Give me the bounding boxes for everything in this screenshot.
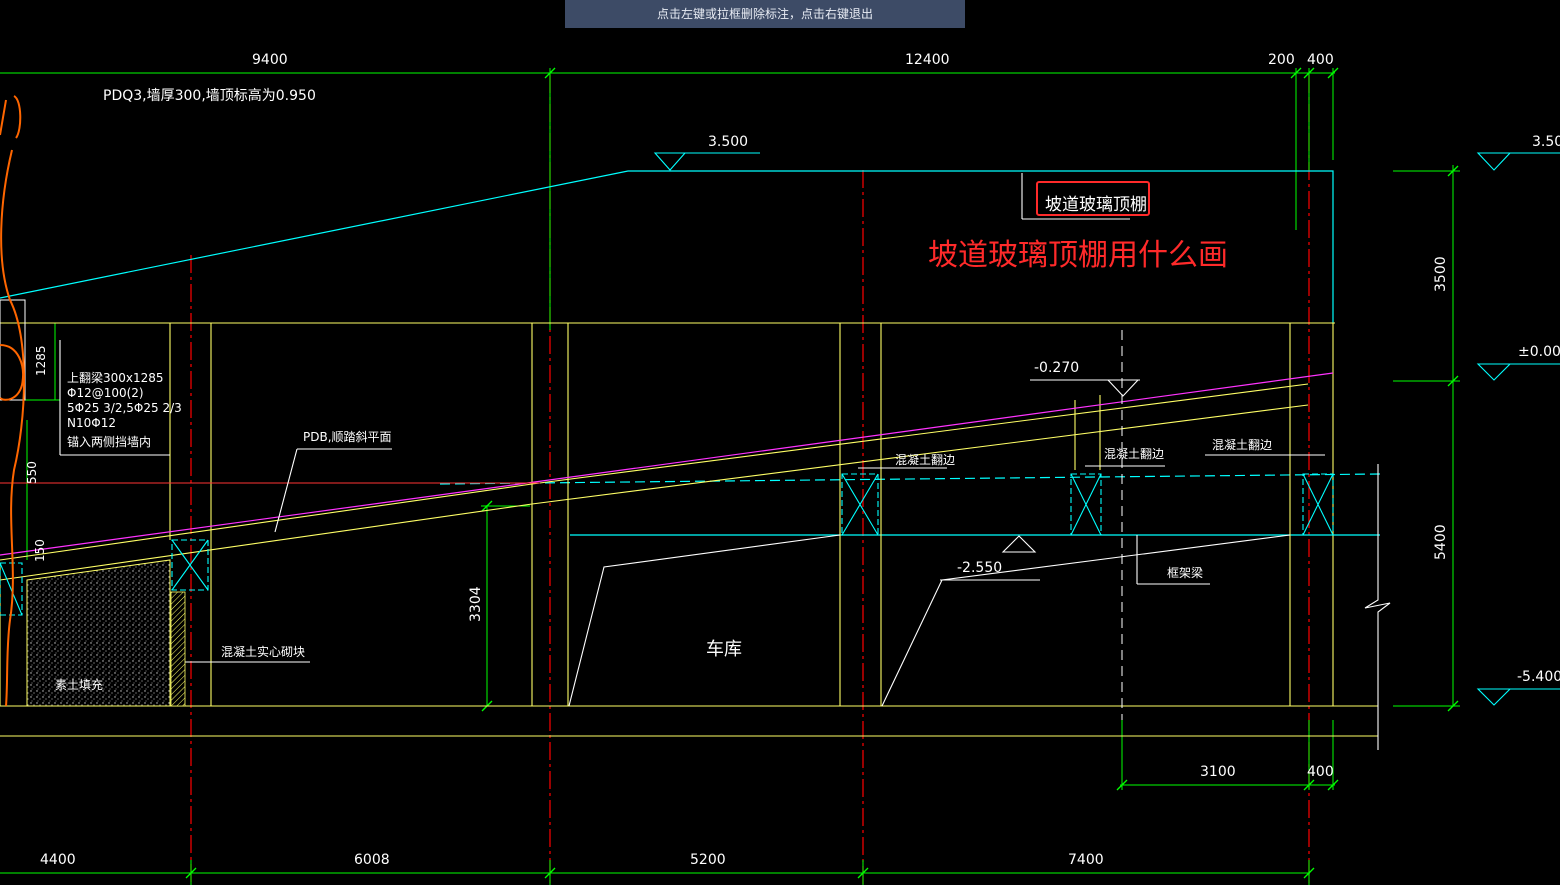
elev-0000: ±0.000: [1518, 344, 1560, 360]
elev-minus-5400: -5.400: [1517, 669, 1560, 685]
beam-note-2: Φ12@100(2): [67, 386, 144, 400]
dim-top-400: 400: [1307, 52, 1334, 68]
beam-note-4: N10Φ12: [67, 416, 116, 430]
question-annotation: 坡道玻璃顶棚用什么画: [928, 238, 1228, 273]
dim-bottom-6008: 6008: [354, 852, 390, 868]
note-edge-3: 混凝土翻边: [1212, 437, 1272, 452]
dim-lower-3100: 3100: [1200, 764, 1236, 780]
dimension-ticks: [185, 67, 1459, 879]
dim-v-3500: 3500: [1433, 256, 1449, 292]
note-solid-block: 混凝土实心砌块: [221, 644, 305, 659]
dim-v-3304: 3304: [468, 586, 484, 622]
dim-bottom-7400: 7400: [1068, 852, 1104, 868]
column-sections: [0, 473, 1334, 616]
beam-note-3: 5Φ25 3/2,5Φ25 2/3: [67, 401, 182, 415]
dim-lower-400: 400: [1307, 764, 1334, 780]
beam-note-1: 上翻梁300x1285: [67, 370, 164, 385]
solid-block-hatch: [170, 591, 186, 707]
beam-note-5: 锚入两侧挡墙内: [67, 434, 151, 449]
note-edge-1: 混凝土翻边: [895, 452, 955, 467]
note-frame-beam: 框架梁: [1167, 565, 1203, 580]
elevation-markers: [653, 152, 1560, 706]
dim-top-200: 200: [1268, 52, 1295, 68]
dim-v-550: 550: [25, 461, 39, 484]
dim-top-9400: 9400: [252, 52, 288, 68]
ramp-slope-line: [0, 372, 1334, 556]
elev-3500-right: 3.50: [1532, 134, 1560, 150]
note-soil-fill: 素土填充: [55, 677, 103, 692]
orange-markup-circle: [0, 344, 24, 401]
elev-minus-2550: -2.550: [957, 560, 1002, 576]
dim-top-12400: 12400: [905, 52, 950, 68]
note-pdb: PDB,顺踏斜平面: [303, 430, 392, 444]
dimension-lines: [0, 68, 1460, 885]
structure-lines: [0, 322, 1379, 750]
command-hint-bar: 点击左键或拉框删除标注，点击右键退出: [565, 0, 965, 28]
label-garage: 车库: [706, 639, 742, 660]
label-canopy: 坡道玻璃顶棚: [1045, 195, 1147, 215]
note-edge-2: 混凝土翻边: [1104, 446, 1164, 461]
orange-markup-curve: [0, 149, 25, 707]
dim-v-5400: 5400: [1433, 524, 1449, 560]
dim-bottom-4400: 4400: [40, 852, 76, 868]
dim-v-150: 150: [33, 539, 47, 562]
elev-3500: 3.500: [708, 134, 748, 150]
note-pdq3: PDQ3,墙厚300,墙顶标高为0.950: [103, 87, 316, 104]
orange-markup-glyph: [0, 95, 22, 139]
dim-bottom-5200: 5200: [690, 852, 726, 868]
cad-drawing-canvas[interactable]: 9400 12400 200 400 4400 6008 5200 7400 3…: [0, 0, 1560, 885]
elev-minus-0270: -0.270: [1034, 360, 1079, 376]
glass-canopy-outline: [0, 170, 1381, 536]
dim-v-1285: 1285: [34, 345, 48, 376]
